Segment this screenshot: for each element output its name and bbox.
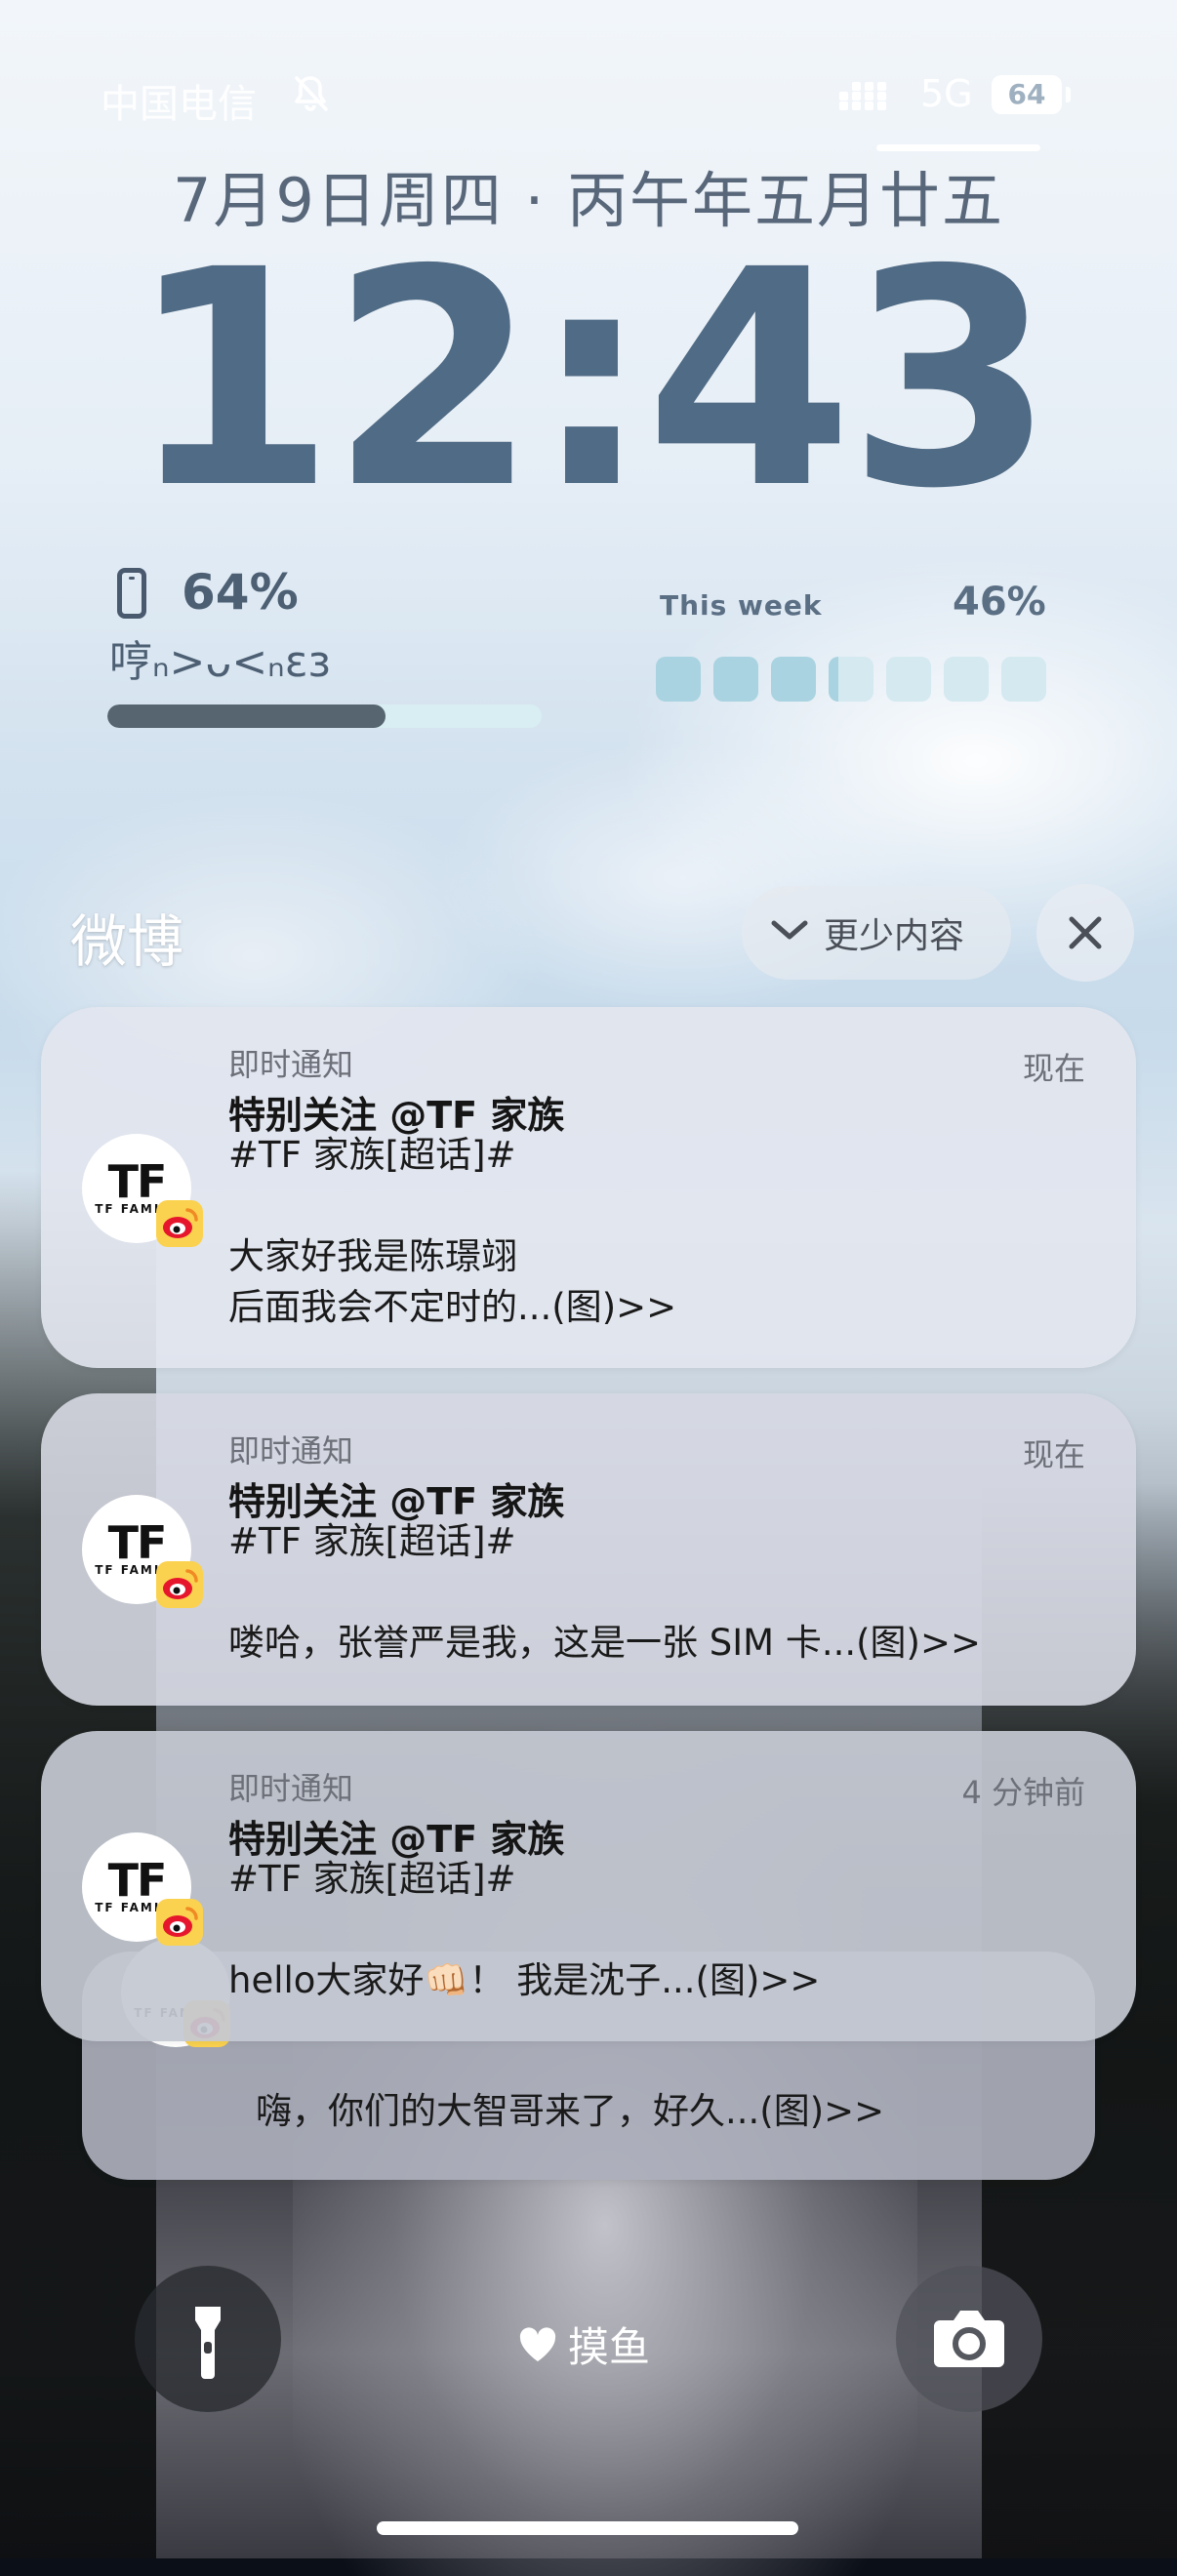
notification-group-title: 微博 [70, 908, 184, 975]
week-segment [656, 657, 701, 702]
bell-off-icon [295, 76, 328, 111]
week-segment [771, 657, 816, 702]
week-widget-percent: 46% [953, 580, 1046, 624]
notification-body: #TF 家族[超话]# 喽哈，张誉严是我，这是一张 SIM 卡...(图)>> [228, 1520, 982, 1664]
moyu-label: 摸鱼 [568, 2323, 651, 2371]
camera-icon [934, 2311, 1004, 2367]
week-segment [944, 657, 989, 702]
status-bar: 中国电信 5G 64 [0, 0, 1177, 151]
notification-card[interactable]: TF TF FAMILY 即时通知 4 分钟前 特别关注 @TF 家族 #TF … [41, 1731, 1136, 2041]
notification-body: #TF 家族[超话]# hello大家好👊🏻！ 我是沈子...(图)>> [228, 1858, 821, 2001]
weibo-badge-icon [156, 1200, 203, 1247]
flashlight-icon [195, 2307, 221, 2379]
week-segment [829, 657, 873, 702]
week-segment [886, 657, 931, 702]
weibo-badge-icon [156, 1899, 203, 1946]
carrier-label: 中国电信 [101, 82, 257, 127]
chevron-down-icon [755, 913, 824, 953]
notification-body: #TF 家族[超话]# 大家好我是陈璟翊 后面我会不定时的...(图)>> [228, 1134, 677, 1328]
close-group-button[interactable] [1036, 884, 1134, 982]
battery-widget-bar [107, 704, 542, 728]
close-icon [1069, 916, 1102, 949]
weibo-badge-icon [156, 1561, 203, 1608]
lockscreen-clock[interactable]: 12:43 [0, 231, 1177, 530]
show-less-button[interactable]: 更少内容 [742, 886, 1011, 980]
battery-indicator: 64 [992, 75, 1071, 114]
camera-button[interactable] [896, 2266, 1042, 2412]
notification-type: 即时通知 [228, 1770, 354, 1807]
notification-time: 4 分钟前 [961, 1774, 1085, 1811]
status-indicator-line [876, 144, 1040, 151]
notification-type: 即时通知 [228, 1432, 354, 1469]
moyu-shortcut[interactable]: 摸鱼 [517, 2314, 650, 2374]
battery-widget-bar-fill [107, 704, 386, 728]
battery-widget-kaomoji: 哼ₙ>ᴗ<ₙεз [109, 637, 331, 687]
phone-icon [117, 568, 146, 619]
week-segment [1001, 657, 1046, 702]
notification-card[interactable]: TF TF FAMILY 即时通知 现在 特别关注 @TF 家族 #TF 家族[… [41, 1393, 1136, 1706]
battery-widget-percent: 64% [182, 564, 299, 621]
notification-time: 现在 [1022, 1050, 1085, 1087]
notification-type: 即时通知 [228, 1046, 354, 1083]
home-indicator[interactable] [377, 2521, 798, 2535]
notification-card[interactable]: TF TF FAMILY 即时通知 现在 特别关注 @TF 家族 #TF 家族[… [41, 1007, 1136, 1368]
notification-body: 嗨，你们的大智哥来了，好久...(图)>> [256, 2090, 885, 2132]
show-less-label: 更少内容 [824, 916, 965, 956]
notification-time: 现在 [1022, 1436, 1085, 1473]
week-widget-label: This week [660, 589, 823, 622]
network-type: 5G [920, 72, 973, 115]
week-segment [713, 657, 758, 702]
flashlight-button[interactable] [135, 2266, 281, 2412]
heart-icon [519, 2326, 556, 2361]
